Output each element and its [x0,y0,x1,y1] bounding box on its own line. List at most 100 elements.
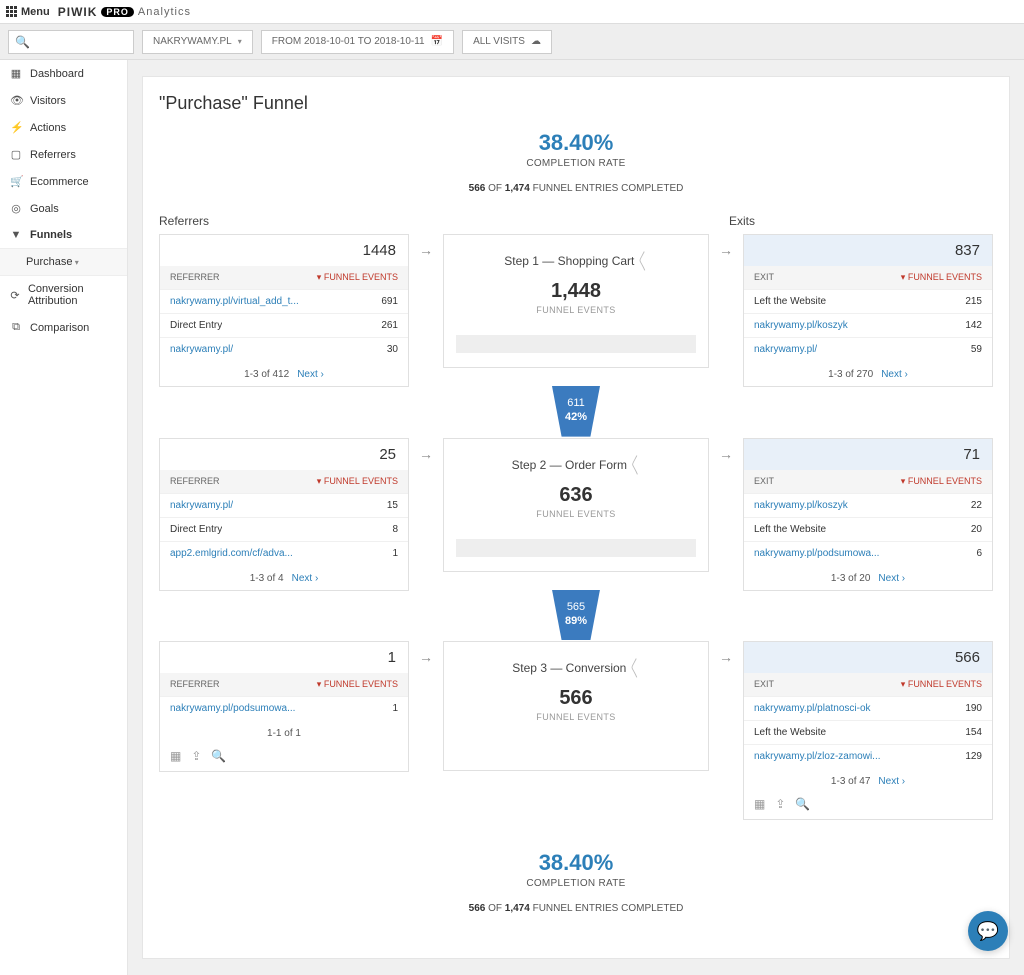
next-button[interactable]: Next › [878,776,905,787]
table-text: Direct Entry [170,524,222,535]
col-events[interactable]: ▾ FUNNEL EVENTS [901,476,982,487]
step-name: Step 2 — Order Form 〳〵 [456,457,696,472]
table-link[interactable]: nakrywamy.pl/podsumowa... [754,548,879,559]
table-link[interactable]: nakrywamy.pl/platnosci-ok [754,703,871,714]
step-count: 566 [456,687,696,710]
table-link[interactable]: nakrywamy.pl/podsumowa... [170,703,295,714]
search-icon[interactable]: 🔍 [211,749,226,763]
table-icon[interactable]: ▦ [170,749,181,763]
table-row: nakrywamy.pl/platnosci-ok190 [744,696,992,720]
search-input[interactable]: 🔍 [8,30,134,54]
row-value: 15 [387,500,398,511]
entries-done: 566 [469,183,486,194]
exit-card: 566EXIT▾ FUNNEL EVENTSnakrywamy.pl/platn… [743,641,993,820]
row-value: 142 [965,320,982,331]
daterange-label: FROM 2018-10-01 TO 2018-10-11 [272,36,425,47]
completion-label-bottom: COMPLETION RATE [143,878,1009,889]
table-link[interactable]: app2.emlgrid.com/cf/adva... [170,548,293,559]
chat-icon: 💬 [977,921,999,942]
arrow-in: → [409,234,443,258]
table-row: nakrywamy.pl/zloz-zamowi...129 [744,744,992,768]
entries-total: 1,474 [505,903,530,914]
next-button[interactable]: Next › [292,573,319,584]
menu-button[interactable]: Menu [6,6,50,18]
funnel-step-1: 1448REFERRER▾ FUNNEL EVENTSnakrywamy.pl/… [143,232,1009,387]
col-label: EXIT [754,679,774,690]
nav-label: Funnels [30,229,72,241]
daterange-selector[interactable]: FROM 2018-10-01 TO 2018-10-11📅 [261,30,454,54]
brand-pro-badge: PRO [101,7,134,17]
table-link[interactable]: nakrywamy.pl/ [170,500,233,511]
col-events[interactable]: ▾ FUNNEL EVENTS [901,679,982,690]
site-selector[interactable]: NAKRYWAMY.PL [142,30,253,54]
row-value: 154 [965,727,982,738]
sidebar-sub-purchase[interactable]: Purchase [0,248,127,276]
arrow-out: → [709,641,743,665]
referrer-table-head: REFERRER▾ FUNNEL EVENTS [160,673,408,696]
page-range: 1-3 of 4 [250,573,284,584]
nav-icon: ▢ [10,148,22,161]
export-icon[interactable]: ⇪ [191,749,201,763]
next-button[interactable]: Next › [881,369,908,380]
referrer-toolbar: ▦ ⇪ 🔍 [160,745,408,771]
menu-label: Menu [21,6,50,18]
row-value: 691 [381,296,398,307]
next-button[interactable]: Next › [878,573,905,584]
table-link[interactable]: nakrywamy.pl/virtual_add_t... [170,296,299,307]
chat-widget[interactable]: 💬 [968,911,1008,951]
search-icon[interactable]: 🔍 [795,797,810,811]
nav-label: Conversion Attribution [28,283,117,307]
table-link[interactable]: nakrywamy.pl/ [170,344,233,355]
table-link[interactable]: nakrywamy.pl/koszyk [754,500,848,511]
table-link[interactable]: nakrywamy.pl/ [754,344,817,355]
row-value: 8 [392,524,398,535]
table-link[interactable]: nakrywamy.pl/koszyk [754,320,848,331]
sidebar-item-funnels[interactable]: ▼Funnels [0,222,127,248]
col-events[interactable]: ▾ FUNNEL EVENTS [317,272,398,283]
exit-table-head: EXIT▾ FUNNEL EVENTS [744,470,992,493]
connector-stats: 56589% [552,590,600,641]
sidebar-item-actions[interactable]: ⚡Actions [0,114,127,141]
brand-subtitle: Analytics [138,6,191,18]
nav-icon: ▦ [10,67,22,80]
exit-pagination: 1-3 of 47Next › [744,768,992,793]
col-events[interactable]: ▾ FUNNEL EVENTS [317,476,398,487]
completion-pct-bottom: 38.40% [143,850,1009,876]
referrer-total: 1 [160,642,408,673]
section-labels: Referrers Exits [143,214,1009,232]
sidebar-item-dashboard[interactable]: ▦Dashboard [0,60,127,87]
sidebar-item-goals[interactable]: ◎Goals [0,195,127,222]
sidebar-item-conversion-attribution[interactable]: ⟳Conversion Attribution [0,276,127,314]
table-row: nakrywamy.pl/koszyk 142 [744,313,992,337]
sidebar-item-ecommerce[interactable]: 🛒Ecommerce [0,168,127,195]
topbar: Menu PIWIK PRO Analytics [0,0,1024,24]
col-events[interactable]: ▾ FUNNEL EVENTS [317,679,398,690]
sidebar-item-visitors[interactable]: 👁Visitors [0,87,127,114]
nav-label: Referrers [30,149,76,161]
table-row: Left the Website215 [744,289,992,313]
table-row: nakrywamy.pl/15 [160,493,408,517]
step-count-label: FUNNEL EVENTS [456,305,696,315]
entries-total: 1,474 [505,183,530,194]
cloud-icon: ☁ [531,36,541,47]
entries-done: 566 [469,903,486,914]
sidebar-item-referrers[interactable]: ▢ Referrers [0,141,127,168]
table-link[interactable]: nakrywamy.pl/zloz-zamowi... [754,751,881,762]
row-value: 215 [965,296,982,307]
export-icon[interactable]: ⇪ [775,797,785,811]
table-icon[interactable]: ▦ [754,797,765,811]
referrer-pagination: 1-3 of 412Next › [160,361,408,386]
col-events[interactable]: ▾ FUNNEL EVENTS [901,272,982,283]
table-row: Direct Entry 8 [160,517,408,541]
referrer-card: 25REFERRER▾ FUNNEL EVENTSnakrywamy.pl/15… [159,438,409,591]
referrer-card: 1REFERRER▾ FUNNEL EVENTS nakrywamy.pl/pod… [159,641,409,772]
segment-selector[interactable]: ALL VISITS☁ [462,30,552,54]
sidebar-item-comparison[interactable]: ⧉Comparison [0,314,127,341]
col-label: REFERRER [170,476,220,487]
funnel-panel: "Purchase" Funnel 38.40% COMPLETION RATE… [142,76,1010,959]
row-value: 30 [387,344,398,355]
connector-stats: 61142% [552,386,600,437]
next-button[interactable]: Next › [297,369,324,380]
table-row: nakrywamy.pl/30 [160,337,408,361]
step-bar [456,335,696,353]
